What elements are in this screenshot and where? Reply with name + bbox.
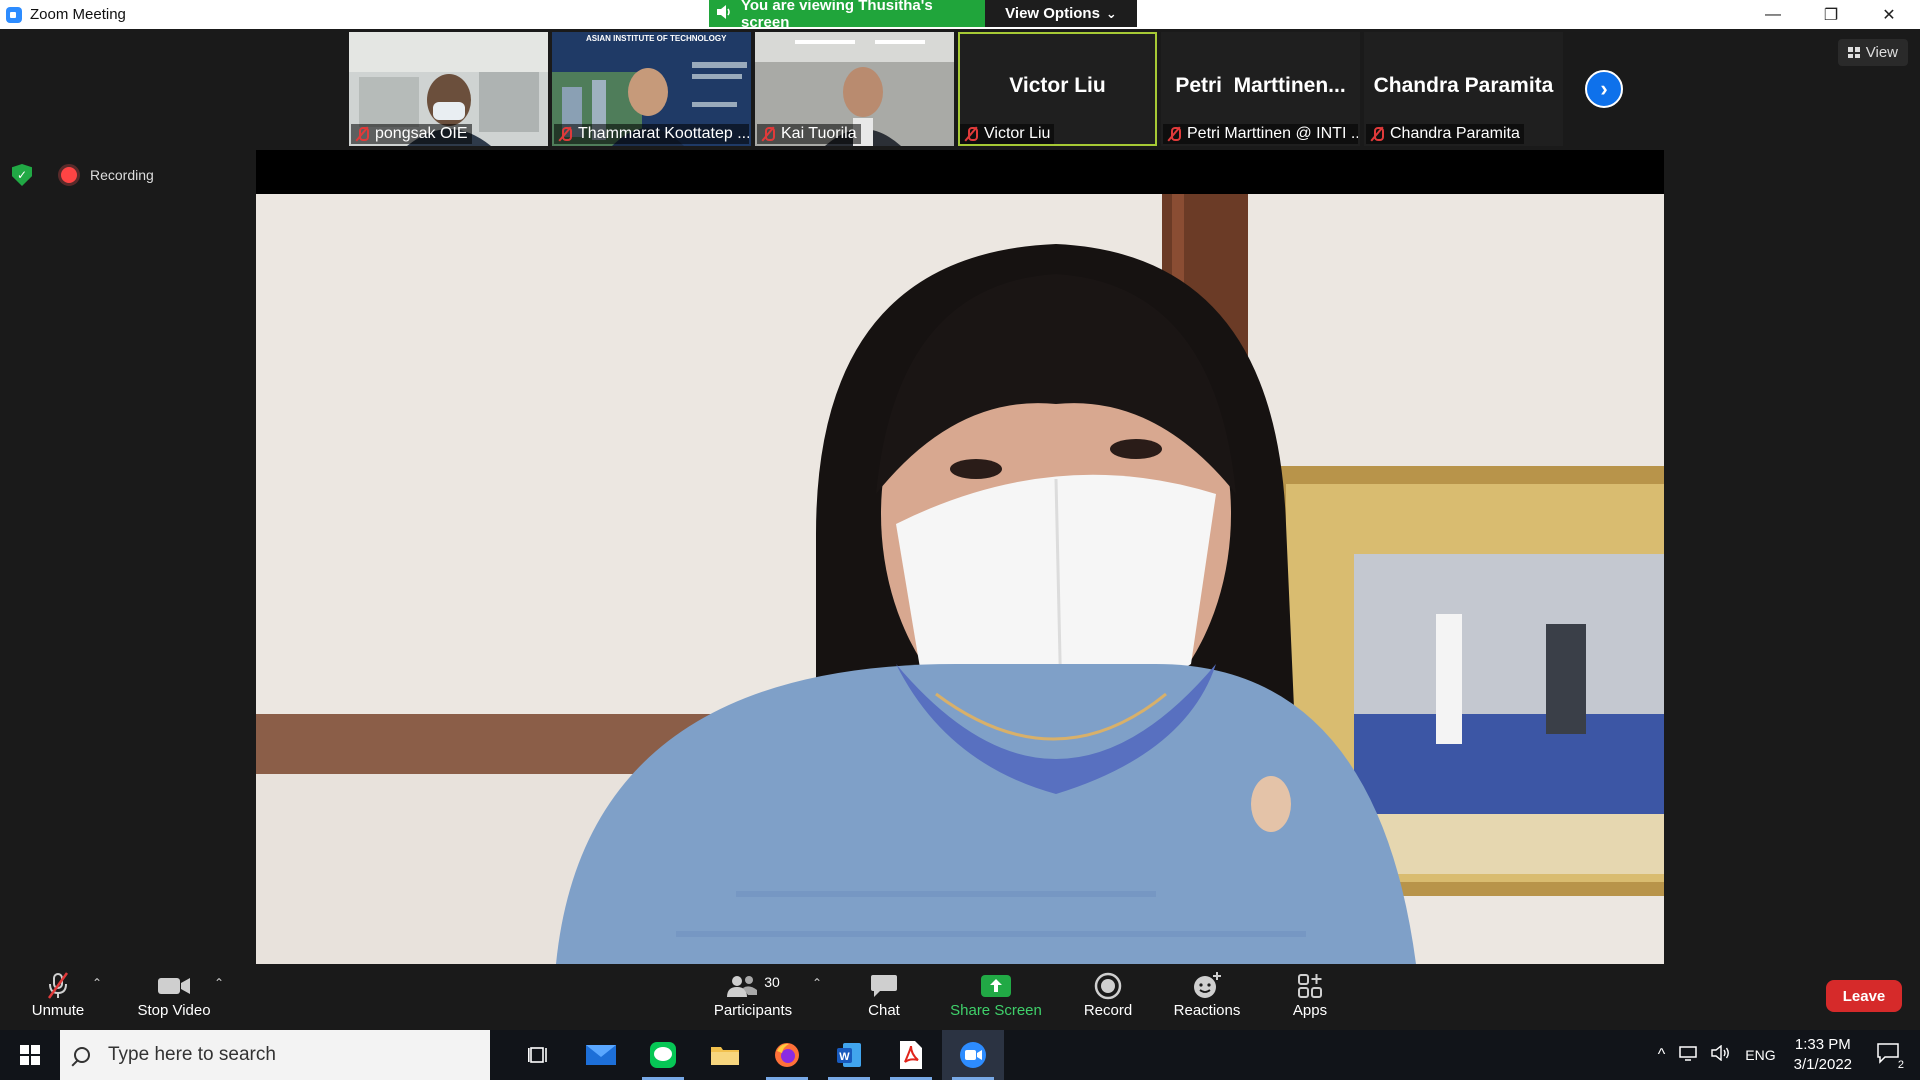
search-placeholder: Type here to search (108, 1044, 276, 1065)
taskbar-search-box[interactable]: Type here to search (60, 1030, 490, 1080)
participant-display-name: Petri Marttinen... (1175, 74, 1346, 97)
recording-indicator: ✓ Recording (12, 164, 154, 186)
network-icon[interactable] (1679, 1045, 1699, 1066)
chat-button[interactable]: Chat (856, 970, 912, 1019)
unmute-button[interactable]: Unmute (28, 970, 88, 1019)
zoom-meeting-window: Zoom Meeting You are viewing Thusitha's … (0, 0, 1920, 1080)
language-indicator[interactable]: ENG (1745, 1047, 1775, 1063)
grid-icon (1847, 47, 1860, 58)
zoom-app-icon (6, 6, 22, 23)
start-button[interactable] (0, 1030, 60, 1080)
participant-tile[interactable]: Chandra Paramita Chandra Paramita (1364, 32, 1563, 146)
participant-tile[interactable]: pongsak OIE (349, 32, 548, 146)
smiley-plus-icon (1192, 970, 1222, 1002)
main-shared-video (256, 194, 1664, 964)
firefox-icon[interactable] (756, 1030, 818, 1080)
taskbar-apps: W (508, 1030, 1004, 1080)
participant-tile[interactable]: Kai Tuorila (755, 32, 954, 146)
search-icon (74, 1047, 90, 1063)
participant-display-name: Chandra Paramita (1373, 74, 1554, 97)
task-view-icon[interactable] (508, 1030, 570, 1080)
apps-icon (1297, 970, 1323, 1002)
participant-label: Chandra Paramita (1366, 124, 1524, 144)
record-button[interactable]: Record (1080, 970, 1136, 1019)
recording-dot-icon (58, 164, 80, 186)
notification-count: 2 (1895, 1058, 1906, 1071)
chevron-right-icon: › (1600, 76, 1608, 101)
next-page-button[interactable]: › (1585, 70, 1623, 108)
speaker-video-frame (256, 194, 1664, 964)
video-options-caret[interactable]: ⌃ (214, 976, 224, 990)
zoom-taskbar-icon[interactable] (942, 1030, 1004, 1080)
participant-tile-active-speaker[interactable]: Victor Liu Victor Liu (958, 32, 1157, 146)
viewing-notice: You are viewing Thusitha's screen (709, 0, 985, 31)
file-explorer-icon[interactable] (694, 1030, 756, 1080)
stop-video-button[interactable]: Stop Video (134, 970, 214, 1019)
view-options-label: View Options (1005, 5, 1100, 22)
speaker-icon (717, 5, 733, 22)
close-button[interactable]: ✕ (1860, 0, 1918, 29)
mic-muted-icon (1370, 126, 1384, 142)
chevron-down-icon: ⌄ (1105, 5, 1117, 21)
participant-label: Victor Liu (960, 124, 1055, 144)
clock-date: 3/1/2022 (1793, 1056, 1852, 1073)
view-options-button[interactable]: View Options ⌄ (985, 0, 1137, 27)
view-label: View (1865, 44, 1898, 61)
restore-button[interactable]: ❐ (1802, 0, 1860, 29)
mic-muted-icon (964, 126, 978, 142)
mic-muted-icon (558, 126, 572, 142)
window-title: Zoom Meeting (30, 6, 126, 23)
view-layout-button[interactable]: View (1837, 39, 1908, 66)
system-tray: ^ ENG 1:33 PM 3/1/2022 2 (1658, 1030, 1920, 1080)
title-bar: Zoom Meeting You are viewing Thusitha's … (0, 0, 1920, 31)
mic-muted-icon (761, 126, 775, 142)
volume-icon[interactable] (1711, 1044, 1731, 1066)
windows-logo-icon (20, 1045, 40, 1065)
reactions-button[interactable]: Reactions (1172, 970, 1242, 1019)
participant-label: Kai Tuorila (757, 124, 861, 144)
share-screen-icon (980, 970, 1012, 1002)
share-screen-button[interactable]: Share Screen (948, 970, 1044, 1019)
participant-tile[interactable]: ASIAN INSTITUTE OF TECHNOLOGY Thammarat … (552, 32, 751, 146)
participant-label: Petri Marttinen @ INTI ... (1163, 124, 1358, 144)
recording-label: Recording (90, 167, 154, 183)
audio-options-caret[interactable]: ⌃ (92, 976, 102, 990)
participants-count: 30 (764, 974, 780, 990)
viewing-text: You are viewing Thusitha's screen (741, 0, 933, 31)
video-letterbox (256, 150, 1664, 194)
video-camera-icon (157, 970, 191, 1002)
participants-button[interactable]: 30 Participants (712, 970, 794, 1019)
minimize-button[interactable]: — (1744, 0, 1802, 29)
mic-muted-icon (1167, 126, 1181, 142)
line-app-icon[interactable] (632, 1030, 694, 1080)
participants-options-caret[interactable]: ⌃ (812, 976, 822, 990)
slide-title: ASIAN INSTITUTE OF TECHNOLOGY (586, 34, 727, 43)
participant-strip: pongsak OIE ASIAN INSTITUTE OF TECHNOLOG… (349, 32, 1623, 146)
participant-display-name: Victor Liu (1009, 74, 1106, 97)
mail-icon[interactable] (570, 1030, 632, 1080)
meeting-toolbar: Unmute ⌃ Stop Video ⌃ 30 Participants ⌃ … (0, 964, 1920, 1030)
apps-button[interactable]: Apps (1290, 970, 1330, 1019)
acrobat-icon[interactable] (880, 1030, 942, 1080)
clock-time: 1:33 PM (1794, 1036, 1851, 1053)
chat-icon (870, 970, 898, 1002)
participant-label: pongsak OIE (351, 124, 472, 144)
leave-button[interactable]: Leave (1826, 980, 1902, 1012)
shield-icon[interactable]: ✓ (12, 164, 32, 186)
microphone-muted-icon (44, 970, 72, 1002)
notifications-icon[interactable]: 2 (1876, 1042, 1906, 1071)
participant-label: Thammarat Koottatep ... (554, 124, 749, 144)
chevron-up-icon[interactable]: ^ (1658, 1046, 1666, 1064)
record-icon (1094, 970, 1122, 1002)
screen-share-banner: You are viewing Thusitha's screen View O… (709, 0, 1137, 31)
participant-tile[interactable]: Petri Marttinen... Petri Marttinen @ INT… (1161, 32, 1360, 146)
participants-icon: 30 (726, 970, 780, 1002)
mic-muted-icon (355, 126, 369, 142)
windows-taskbar: Type here to search W ^ ENG 1:33 PM 3/1/… (0, 1030, 1920, 1080)
word-icon[interactable]: W (818, 1030, 880, 1080)
taskbar-clock[interactable]: 1:33 PM 3/1/2022 (1794, 1035, 1852, 1075)
svg-text:W: W (839, 1051, 850, 1063)
